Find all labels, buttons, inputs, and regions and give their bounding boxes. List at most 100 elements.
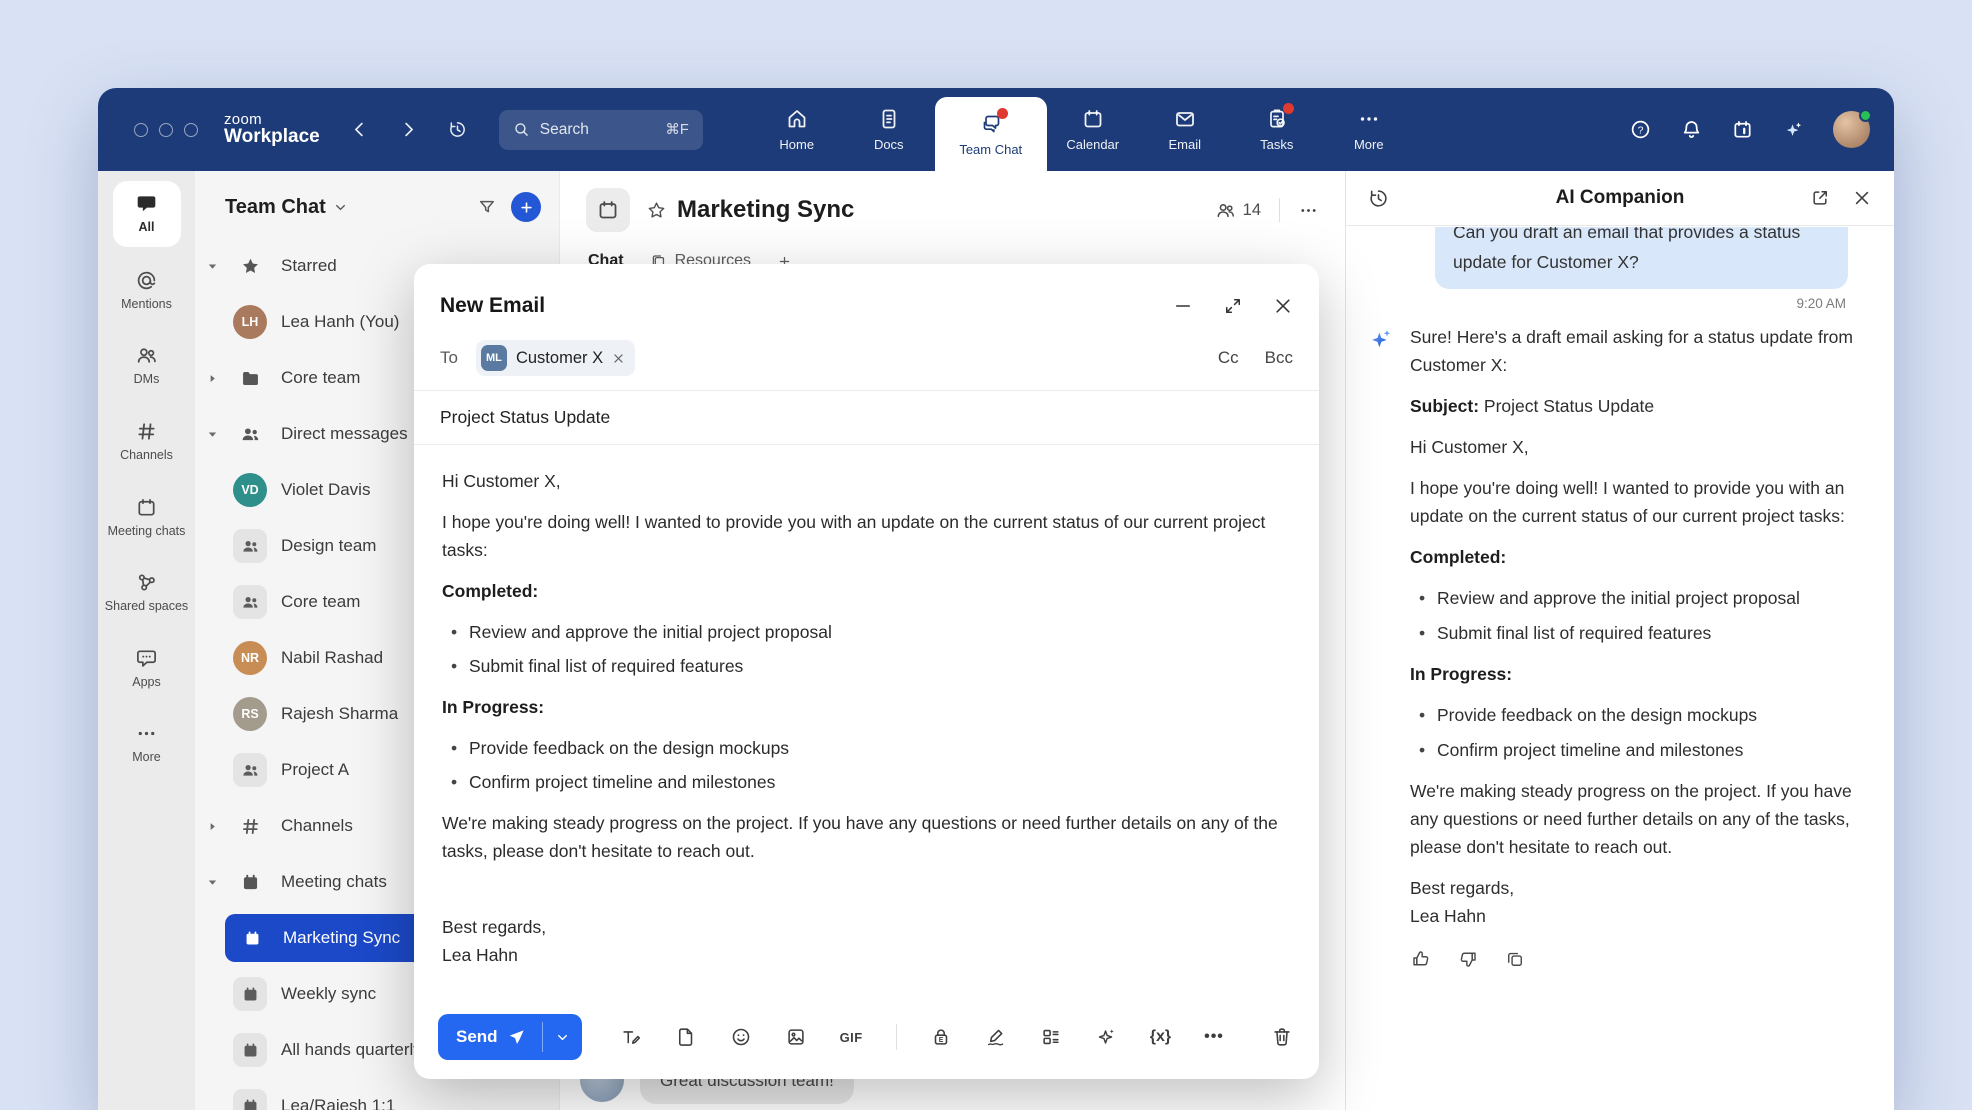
open-in-window-icon[interactable] bbox=[1810, 188, 1830, 208]
tab-team-chat[interactable]: Team Chat bbox=[935, 97, 1047, 171]
template-icon[interactable] bbox=[1040, 1026, 1062, 1048]
modal-title: New Email bbox=[440, 294, 545, 318]
panel-title: Team Chat bbox=[225, 196, 326, 219]
tab-email[interactable]: Email bbox=[1139, 88, 1231, 171]
email-in-progress-list: Provide feedback on the design mockups C… bbox=[442, 734, 1291, 796]
email-body-editor[interactable]: Hi Customer X, I hope you're doing well!… bbox=[414, 445, 1319, 1009]
traffic-light-zoom[interactable] bbox=[184, 123, 198, 137]
chevron-down-icon[interactable] bbox=[207, 261, 233, 272]
rail-item-label: More bbox=[132, 750, 160, 766]
rail-item-label: All bbox=[139, 220, 155, 236]
subject-field[interactable]: Project Status Update bbox=[414, 391, 1319, 445]
apps-icon bbox=[135, 647, 158, 670]
chevron-down-icon[interactable] bbox=[334, 201, 347, 214]
hash-icon bbox=[135, 420, 158, 443]
tab-calendar[interactable]: Calendar bbox=[1047, 88, 1139, 171]
hash-icon bbox=[233, 809, 267, 843]
format-text-icon[interactable] bbox=[620, 1026, 642, 1048]
close-icon[interactable] bbox=[1852, 188, 1872, 208]
tab-tasks[interactable]: Tasks bbox=[1231, 88, 1323, 171]
ai-sparkle-icon bbox=[1368, 326, 1394, 352]
notification-dot bbox=[1283, 103, 1294, 114]
copy-icon[interactable] bbox=[1505, 949, 1525, 969]
logo-line1: zoom bbox=[224, 112, 320, 128]
rail-item-apps[interactable]: Apps bbox=[101, 647, 193, 691]
variable-icon[interactable]: {x} bbox=[1150, 1028, 1171, 1046]
online-status-dot bbox=[1859, 109, 1872, 122]
recipient-chip[interactable]: ML Customer X bbox=[476, 340, 635, 376]
tab-home[interactable]: Home bbox=[751, 88, 843, 171]
traffic-light-minimize[interactable] bbox=[159, 123, 173, 137]
avatar: VD bbox=[233, 473, 267, 507]
filter-icon[interactable] bbox=[477, 197, 497, 217]
expand-icon[interactable] bbox=[1223, 296, 1243, 316]
response-in-progress-heading: In Progress: bbox=[1410, 660, 1872, 688]
email-completed-list: Review and approve the initial project p… bbox=[442, 618, 1291, 680]
email-closing: We're making steady progress on the proj… bbox=[442, 809, 1291, 865]
signature-icon[interactable] bbox=[985, 1026, 1007, 1048]
send-button[interactable]: Send bbox=[438, 1014, 542, 1060]
ai-sparkle-icon[interactable] bbox=[1095, 1026, 1117, 1048]
in-progress-list: Provide feedback on the design mockups C… bbox=[1410, 701, 1872, 764]
chat-item-lea-rajesh-11[interactable]: Lea/Rajesh 1:1 bbox=[195, 1078, 559, 1110]
chevron-right-icon[interactable] bbox=[207, 373, 233, 384]
rail-item-mentions[interactable]: Mentions bbox=[101, 269, 193, 313]
recent-history-icon[interactable] bbox=[448, 120, 467, 139]
group-icon bbox=[233, 529, 267, 563]
gif-icon[interactable]: GIF bbox=[840, 1030, 863, 1045]
member-count[interactable]: 14 bbox=[1215, 200, 1261, 221]
email-signature: Best regards,Lea Hahn bbox=[442, 913, 1291, 969]
recipient-row[interactable]: To ML Customer X Cc Bcc bbox=[414, 334, 1319, 391]
profile-avatar[interactable] bbox=[1833, 111, 1870, 148]
avatar: LH bbox=[233, 305, 267, 339]
tab-more[interactable]: More bbox=[1323, 88, 1415, 171]
back-icon[interactable] bbox=[350, 120, 369, 139]
channel-more-icon[interactable] bbox=[1298, 200, 1319, 221]
rail-item-meeting-chats[interactable]: Meeting chats bbox=[101, 496, 193, 540]
new-chat-button[interactable] bbox=[511, 192, 541, 222]
rail-item-more[interactable]: More bbox=[101, 722, 193, 766]
team-chat-header: Team Chat bbox=[195, 171, 559, 222]
emoji-icon[interactable] bbox=[730, 1026, 752, 1048]
rail-item-dms[interactable]: DMs bbox=[101, 344, 193, 388]
notifications-icon[interactable] bbox=[1680, 118, 1703, 141]
minimize-icon[interactable] bbox=[1173, 296, 1193, 316]
search-shortcut: ⌘F bbox=[665, 122, 688, 138]
forward-icon[interactable] bbox=[399, 120, 418, 139]
timestamp: 9:20 AM bbox=[1368, 296, 1846, 311]
tab-label: Team Chat bbox=[959, 142, 1022, 157]
calendar-date-icon[interactable] bbox=[1731, 118, 1754, 141]
history-icon[interactable] bbox=[1368, 188, 1389, 209]
image-icon[interactable] bbox=[785, 1026, 807, 1048]
search-input[interactable] bbox=[540, 121, 656, 139]
chevron-down-icon[interactable] bbox=[207, 429, 233, 440]
app-tabs: Home Docs Team Chat Calendar Email bbox=[751, 88, 1415, 171]
remove-recipient-icon[interactable] bbox=[612, 352, 625, 365]
bcc-button[interactable]: Bcc bbox=[1265, 348, 1293, 368]
more-options-icon[interactable]: ••• bbox=[1204, 1028, 1224, 1046]
top-right-actions: ? bbox=[1629, 111, 1870, 148]
tab-docs[interactable]: Docs bbox=[843, 88, 935, 171]
trash-icon[interactable] bbox=[1271, 1026, 1293, 1048]
shared-spaces-icon bbox=[135, 571, 158, 594]
global-search[interactable]: ⌘F bbox=[499, 110, 703, 150]
encrypt-icon[interactable]: E bbox=[930, 1026, 952, 1048]
completed-list: Review and approve the initial project p… bbox=[1410, 584, 1872, 647]
send-options-button[interactable] bbox=[543, 1014, 582, 1060]
response-intro-para: I hope you're doing well! I wanted to pr… bbox=[1410, 474, 1872, 530]
traffic-light-close[interactable] bbox=[134, 123, 148, 137]
rail-item-channels[interactable]: Channels bbox=[101, 420, 193, 464]
ai-companion-icon[interactable] bbox=[1782, 118, 1805, 141]
help-icon[interactable]: ? bbox=[1629, 118, 1652, 141]
star-outline-icon[interactable] bbox=[646, 200, 667, 221]
chevron-right-icon[interactable] bbox=[207, 821, 233, 832]
thumbs-up-icon[interactable] bbox=[1411, 949, 1431, 969]
close-icon[interactable] bbox=[1273, 296, 1293, 316]
cc-button[interactable]: Cc bbox=[1218, 348, 1239, 368]
attach-file-icon[interactable] bbox=[675, 1026, 697, 1048]
rail-item-shared-spaces[interactable]: Shared spaces bbox=[101, 571, 193, 615]
chevron-down-icon[interactable] bbox=[207, 877, 233, 888]
thumbs-down-icon[interactable] bbox=[1458, 949, 1478, 969]
user-prompt-bubble: Can you draft an email that provides a s… bbox=[1435, 227, 1848, 289]
rail-item-all[interactable]: All bbox=[113, 181, 181, 247]
